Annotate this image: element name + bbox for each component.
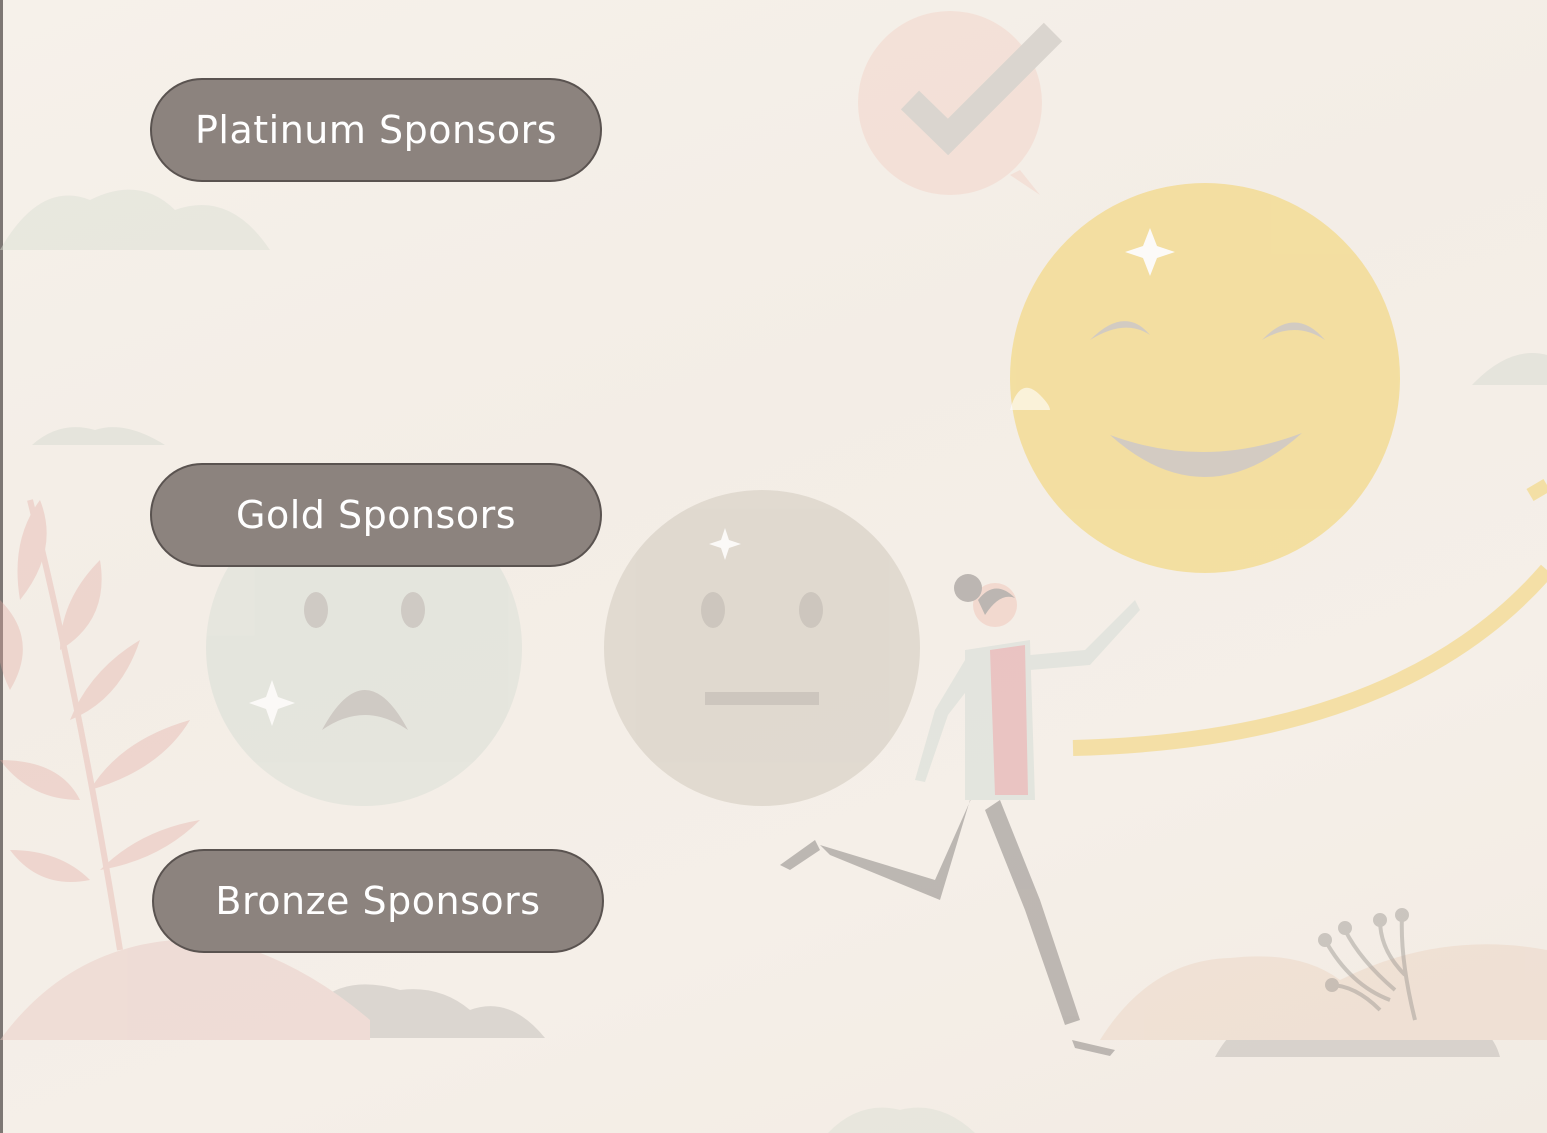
checkmark-speech-bubble-icon — [858, 11, 1063, 195]
platinum-sponsors-button[interactable]: Platinum Sponsors — [150, 78, 602, 182]
neutral-face-icon — [604, 490, 920, 806]
yellow-arc — [1072, 564, 1547, 756]
gold-sponsors-button[interactable]: Gold Sponsors — [150, 463, 602, 567]
happy-face-icon — [1010, 183, 1400, 573]
bronze-sponsors-button[interactable]: Bronze Sponsors — [152, 849, 604, 953]
